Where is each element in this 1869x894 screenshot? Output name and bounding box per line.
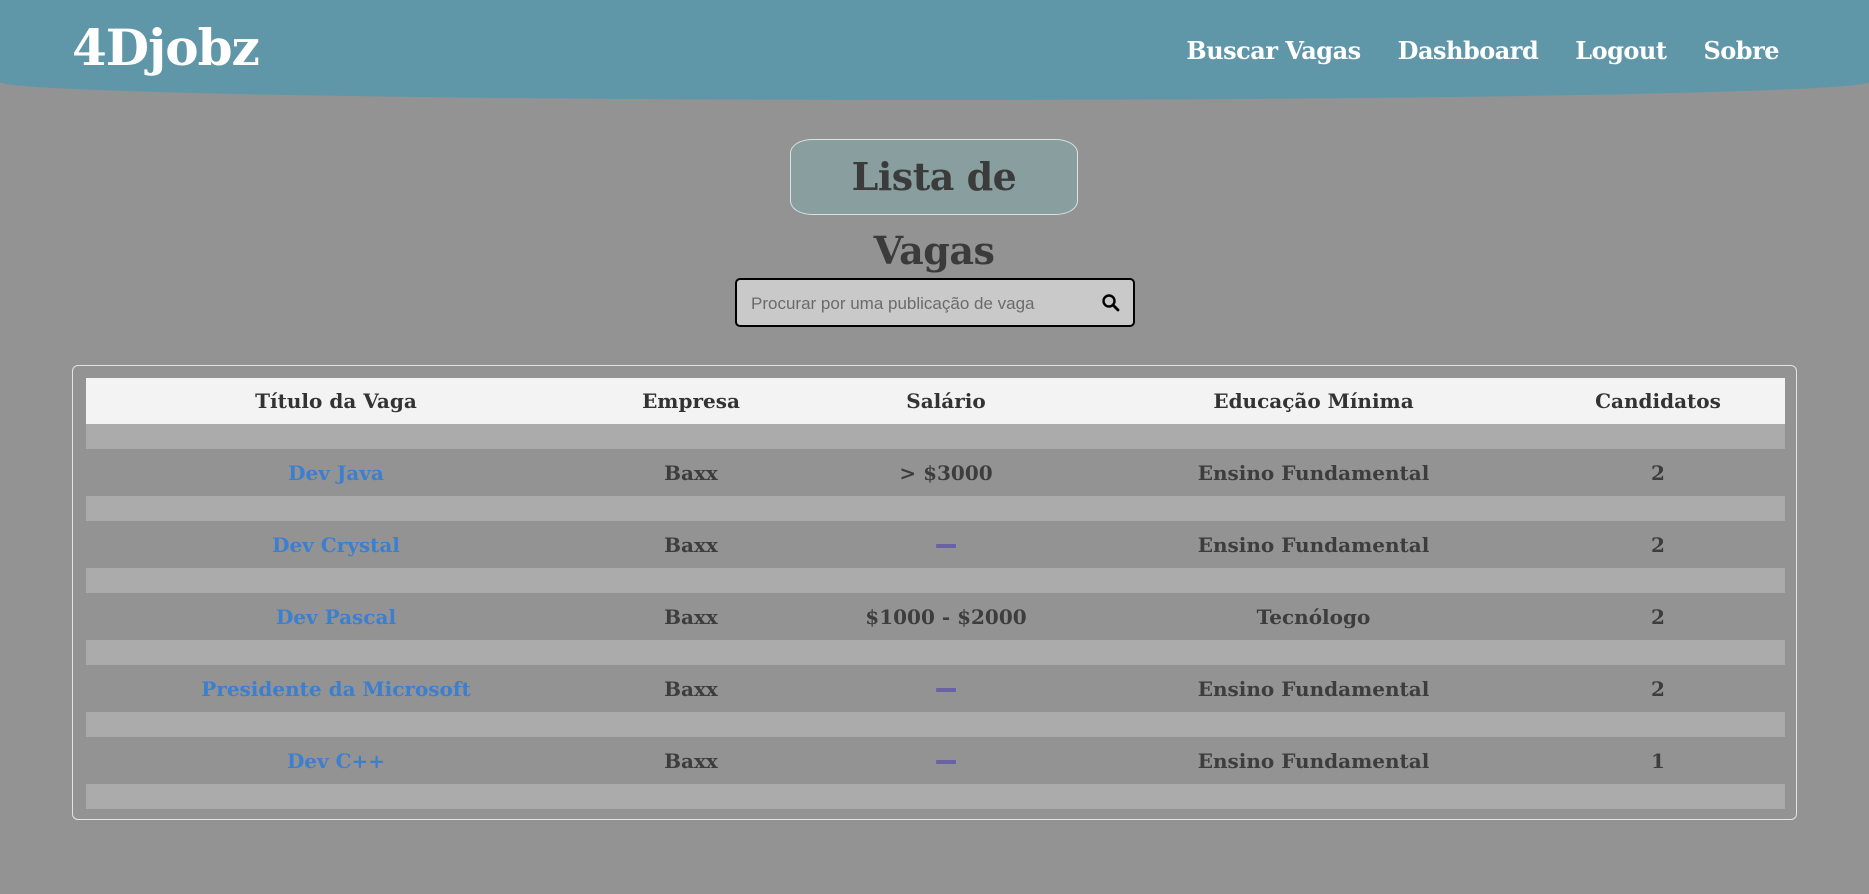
- row-spacer: [86, 640, 1785, 665]
- education-cell: Ensino Fundamental: [1096, 665, 1531, 712]
- education-cell: Tecnólogo: [1096, 593, 1531, 640]
- jobs-table-container: Título da Vaga Empresa Salário Educação …: [72, 365, 1797, 820]
- row-spacer: [86, 568, 1785, 593]
- nav-logout[interactable]: Logout: [1575, 36, 1667, 65]
- education-cell: Ensino Fundamental: [1096, 449, 1531, 496]
- empty-salary-dash: [936, 760, 956, 764]
- candidates-cell: 2: [1531, 521, 1785, 568]
- candidates-cell: 2: [1531, 593, 1785, 640]
- column-header-title: Título da Vaga: [86, 378, 586, 424]
- job-title-link[interactable]: Presidente da Microsoft: [201, 677, 470, 701]
- row-spacer: [86, 784, 1785, 809]
- nav-dashboard[interactable]: Dashboard: [1398, 36, 1539, 65]
- company-cell: Baxx: [586, 665, 796, 712]
- salary-cell: $1000 - $2000: [796, 593, 1096, 640]
- table-row: Dev Java Baxx > $3000 Ensino Fundamental…: [86, 449, 1785, 496]
- table-row: Dev Crystal Baxx Ensino Fundamental 2: [86, 521, 1785, 568]
- nav-buscar-vagas[interactable]: Buscar Vagas: [1186, 36, 1361, 65]
- table-header-row: Título da Vaga Empresa Salário Educação …: [86, 378, 1785, 424]
- column-header-salary: Salário: [796, 378, 1096, 424]
- job-title-link[interactable]: Dev Pascal: [276, 605, 396, 629]
- column-header-candidates: Candidatos: [1531, 378, 1785, 424]
- table-row: Dev C++ Baxx Ensino Fundamental 1: [86, 737, 1785, 784]
- education-cell: Ensino Fundamental: [1096, 737, 1531, 784]
- job-title-link[interactable]: Dev C++: [287, 749, 385, 773]
- salary-cell: [796, 521, 1096, 568]
- job-title-link[interactable]: Dev Java: [288, 461, 384, 485]
- nav-sobre[interactable]: Sobre: [1703, 36, 1779, 65]
- main-nav: Buscar Vagas Dashboard Logout Sobre: [1186, 36, 1779, 65]
- candidates-cell: 2: [1531, 449, 1785, 496]
- education-cell: Ensino Fundamental: [1096, 521, 1531, 568]
- company-cell: Baxx: [586, 593, 796, 640]
- search-box: [735, 278, 1135, 327]
- row-spacer: [86, 424, 1785, 449]
- company-cell: Baxx: [586, 737, 796, 784]
- empty-salary-dash: [936, 544, 956, 548]
- salary-cell: [796, 737, 1096, 784]
- search-icon[interactable]: [1101, 293, 1121, 313]
- column-header-company: Empresa: [586, 378, 796, 424]
- table-row: Presidente da Microsoft Baxx Ensino Fund…: [86, 665, 1785, 712]
- logo[interactable]: 4Djobz: [72, 18, 260, 77]
- candidates-cell: 1: [1531, 737, 1785, 784]
- job-title-link[interactable]: Dev Crystal: [272, 533, 400, 557]
- empty-salary-dash: [936, 688, 956, 692]
- jobs-table: Título da Vaga Empresa Salário Educação …: [86, 378, 1785, 809]
- salary-cell: [796, 665, 1096, 712]
- page-title: Lista de Vagas: [790, 139, 1078, 273]
- row-spacer: [86, 712, 1785, 737]
- company-cell: Baxx: [586, 521, 796, 568]
- column-header-education: Educação Mínima: [1096, 378, 1531, 424]
- search-input[interactable]: [749, 291, 1093, 317]
- company-cell: Baxx: [586, 449, 796, 496]
- row-spacer: [86, 496, 1785, 521]
- candidates-cell: 2: [1531, 665, 1785, 712]
- table-row: Dev Pascal Baxx $1000 - $2000 Tecnólogo …: [86, 593, 1785, 640]
- header: 4Djobz Buscar Vagas Dashboard Logout Sob…: [0, 0, 1869, 100]
- salary-cell: > $3000: [796, 449, 1096, 496]
